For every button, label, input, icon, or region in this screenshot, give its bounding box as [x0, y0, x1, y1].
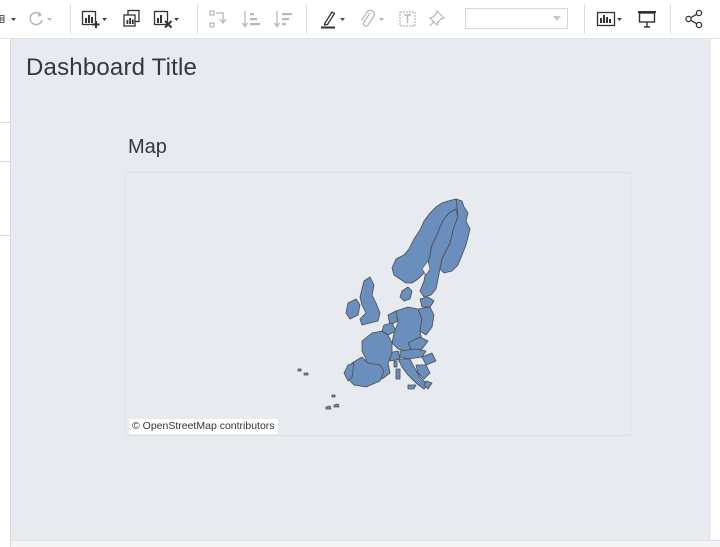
divider	[0, 122, 10, 123]
divider	[0, 161, 10, 162]
toolbar-separator	[197, 4, 198, 34]
duplicate-sheet-icon[interactable]	[122, 9, 142, 29]
fit-dropdown[interactable]	[465, 8, 568, 29]
toolbar-separator	[70, 4, 71, 34]
region-corsica[interactable]	[393, 360, 398, 368]
right-gutter	[711, 39, 720, 547]
sidebar-edge	[0, 39, 11, 547]
map-regions	[297, 198, 471, 410]
presentation-mode-icon[interactable]	[637, 9, 657, 29]
region-denmark[interactable]	[399, 286, 413, 302]
toolbar-separator	[670, 4, 671, 34]
sort-ascending-icon[interactable]	[241, 9, 261, 29]
dashboard-canvas: Dashboard Title Map © OpenStreetMap cont…	[11, 39, 711, 540]
region-hungary[interactable]	[421, 352, 437, 366]
region-great-britain[interactable]	[359, 276, 381, 326]
refresh-icon[interactable]	[26, 9, 53, 29]
sort-descending-icon[interactable]	[273, 9, 293, 29]
data-source-icon[interactable]	[0, 9, 17, 29]
region-azores-1[interactable]	[297, 368, 302, 372]
region-sardinia[interactable]	[395, 368, 401, 380]
chevron-down-icon[interactable]	[101, 9, 108, 29]
toolbar-separator	[584, 4, 585, 34]
map-view[interactable]: © OpenStreetMap contributors	[125, 172, 631, 436]
chevron-down-icon[interactable]	[616, 9, 623, 29]
region-estonia[interactable]	[419, 296, 435, 308]
region-azores-2[interactable]	[303, 372, 309, 376]
pin-icon[interactable]	[428, 9, 448, 29]
group-icon[interactable]	[358, 9, 385, 29]
chevron-down-icon[interactable]	[378, 9, 385, 29]
sheet-title[interactable]: Map	[128, 136, 167, 159]
show-me-icon[interactable]	[596, 9, 623, 29]
region-canary-1[interactable]	[325, 405, 332, 410]
chevron-down-icon[interactable]	[173, 9, 180, 29]
chevron-down-icon[interactable]	[46, 9, 53, 29]
clear-sheet-icon[interactable]	[153, 9, 180, 29]
region-ireland[interactable]	[345, 298, 361, 320]
chevron-down-icon[interactable]	[10, 9, 17, 29]
chevron-down-icon[interactable]	[339, 9, 346, 29]
toolbar-separator	[306, 4, 307, 34]
region-sicily[interactable]	[407, 384, 417, 390]
new-worksheet-icon[interactable]	[81, 9, 108, 29]
europe-map[interactable]	[126, 173, 630, 435]
divider	[0, 235, 10, 236]
show-labels-icon[interactable]	[398, 9, 418, 29]
bottom-scroll-area	[11, 540, 720, 547]
region-canary-2[interactable]	[333, 403, 340, 408]
toolbar	[0, 0, 720, 39]
share-icon[interactable]	[684, 9, 704, 29]
chevron-down-icon	[553, 16, 561, 21]
map-attribution[interactable]: © OpenStreetMap contributors	[129, 419, 278, 434]
highlight-icon[interactable]	[319, 9, 346, 29]
dashboard-title[interactable]: Dashboard Title	[26, 54, 197, 82]
region-madeira[interactable]	[331, 394, 336, 398]
swap-axes-icon[interactable]	[208, 9, 228, 29]
